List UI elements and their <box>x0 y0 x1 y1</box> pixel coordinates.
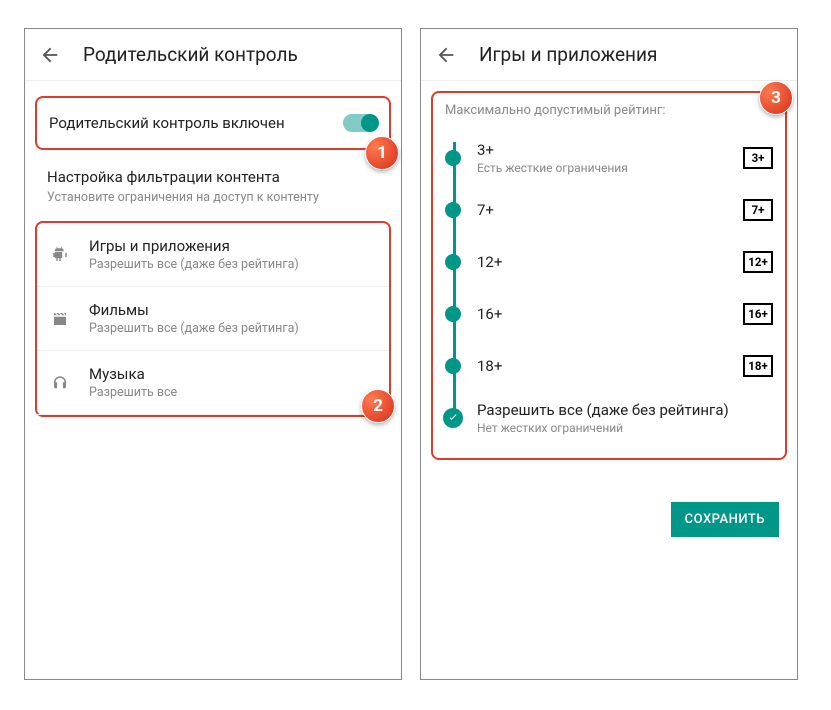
rating-badge-12plus: 12+ <box>743 251 773 273</box>
rating-list: 3+ Есть жесткие ограничения 3+ 7+ 7+ 12+… <box>445 132 773 444</box>
android-icon <box>49 246 71 264</box>
category-games-sub: Разрешить все (даже без рейтинга) <box>89 257 299 272</box>
rating-12plus-label: 12+ <box>477 253 502 271</box>
screen-games-ratings: Игры и приложения 3 Максимально допустим… <box>420 28 798 680</box>
annotation-badge-1: 1 <box>365 136 399 170</box>
section-subtitle: Установите ограничения на доступ к конте… <box>47 190 379 205</box>
rating-badge-3plus: 3+ <box>743 147 773 169</box>
dot-icon <box>445 150 461 166</box>
rating-3plus[interactable]: 3+ Есть жесткие ограничения 3+ <box>445 132 773 184</box>
rating-18plus[interactable]: 18+ 18+ <box>445 340 773 392</box>
rating-allow-all-sub: Нет жестких ограничений <box>477 421 729 435</box>
category-music[interactable]: Музыка Разрешить все <box>37 351 389 415</box>
category-list: Игры и приложения Разрешить все (даже бе… <box>35 221 391 417</box>
page-title-left: Родительский контроль <box>83 43 298 66</box>
rating-allow-all-label: Разрешить все (даже без рейтинга) <box>477 401 729 419</box>
category-movies[interactable]: Фильмы Разрешить все (даже без рейтинга) <box>37 287 389 351</box>
movie-icon <box>49 310 71 328</box>
dot-icon <box>445 306 461 322</box>
parental-toggle-row[interactable]: Родительский контроль включен 1 <box>35 96 391 150</box>
header-right: Игры и приложения <box>421 29 797 81</box>
category-movies-sub: Разрешить все (даже без рейтинга) <box>89 321 299 336</box>
check-icon <box>443 408 463 428</box>
back-icon[interactable] <box>39 44 61 66</box>
rating-16plus[interactable]: 16+ 16+ <box>445 288 773 340</box>
dot-icon <box>445 202 461 218</box>
category-games-label: Игры и приложения <box>89 237 299 255</box>
screen-parental-controls: Родительский контроль Родительский контр… <box>24 28 402 680</box>
page-title-right: Игры и приложения <box>479 43 657 66</box>
section-header: Настройка фильтрации контента Установите… <box>25 150 401 211</box>
rating-badge-18plus: 18+ <box>743 355 773 377</box>
section-title: Настройка фильтрации контента <box>47 168 379 186</box>
headphones-icon <box>49 374 71 392</box>
save-button[interactable]: СОХРАНИТЬ <box>671 502 779 537</box>
rating-12plus[interactable]: 12+ 12+ <box>445 236 773 288</box>
parental-toggle-label: Родительский контроль включен <box>49 114 285 132</box>
category-movies-label: Фильмы <box>89 301 299 319</box>
rating-3plus-sub: Есть жесткие ограничения <box>477 161 628 175</box>
rating-panel: 3 Максимально допустимый рейтинг: 3+ Ест… <box>431 91 787 460</box>
header-left: Родительский контроль <box>25 29 401 81</box>
category-music-label: Музыка <box>89 365 177 383</box>
dot-icon <box>445 358 461 374</box>
annotation-badge-3: 3 <box>759 81 793 115</box>
rating-7plus-label: 7+ <box>477 201 494 219</box>
annotation-badge-2: 2 <box>361 389 395 423</box>
rating-badge-7plus: 7+ <box>743 199 773 221</box>
rating-16plus-label: 16+ <box>477 305 502 323</box>
rating-18plus-label: 18+ <box>477 357 502 375</box>
rating-caption: Максимально допустимый рейтинг: <box>445 103 773 118</box>
rating-badge-16plus: 16+ <box>743 303 773 325</box>
dot-icon <box>445 254 461 270</box>
category-games[interactable]: Игры и приложения Разрешить все (даже бе… <box>37 223 389 287</box>
rating-allow-all[interactable]: Разрешить все (даже без рейтинга) Нет же… <box>445 392 773 444</box>
rating-3plus-label: 3+ <box>477 141 628 159</box>
switch-on-icon[interactable] <box>343 114 377 132</box>
category-music-sub: Разрешить все <box>89 385 177 400</box>
back-icon[interactable] <box>435 44 457 66</box>
rating-7plus[interactable]: 7+ 7+ <box>445 184 773 236</box>
